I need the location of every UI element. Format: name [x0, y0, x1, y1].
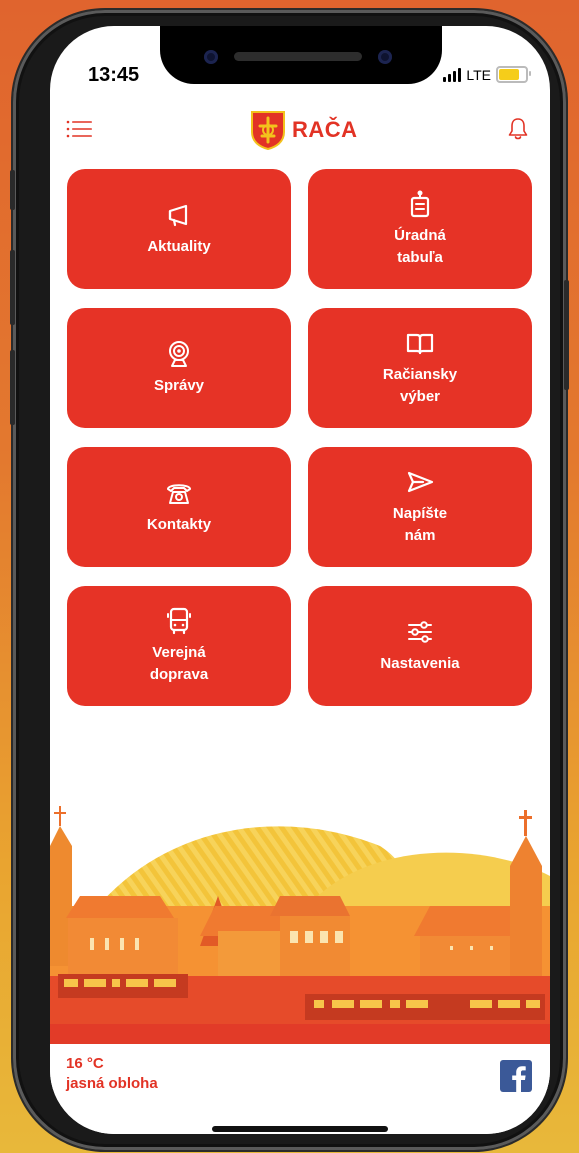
bus-icon — [167, 607, 191, 635]
weather-description: jasná obloha — [66, 1075, 158, 1092]
tile-label: Napíšte nám — [392, 505, 448, 544]
brand: RAČA — [250, 110, 358, 150]
app-header: RAČA — [50, 104, 550, 154]
tile-label: Kontakty — [146, 516, 212, 533]
facebook-icon[interactable] — [500, 1060, 532, 1092]
phone-icon — [167, 484, 191, 504]
notice-board-icon — [410, 190, 430, 218]
weather: 16 °C jasná obloha — [66, 1054, 158, 1094]
send-icon — [407, 471, 434, 493]
status-time: 13:45 — [88, 64, 140, 86]
tile-raciansky-vyber[interactable]: Račiansky výber — [308, 308, 532, 428]
tile-label: Verejná doprava — [149, 644, 209, 683]
sensor-icon — [378, 50, 392, 64]
volume-up-button — [10, 250, 15, 325]
tile-label: Račiansky výber — [382, 366, 458, 405]
tile-label: Správy — [153, 377, 205, 394]
temperature: 16 °C — [66, 1055, 104, 1072]
tile-napiste-nam[interactable]: Napíšte nám — [308, 447, 532, 567]
bell-icon[interactable] — [506, 116, 530, 142]
tile-label: Aktuality — [147, 238, 211, 255]
home-indicator[interactable] — [212, 1126, 388, 1132]
brand-name: RAČA — [292, 117, 358, 142]
tile-uradna-tabula[interactable]: Úradná tabuľa — [308, 169, 532, 289]
tile-label: Úradná tabuľa — [394, 227, 446, 266]
network-label: LTE — [466, 66, 491, 83]
tile-verejna-doprava[interactable]: Verejná doprava — [67, 586, 291, 706]
tile-spravy[interactable]: Správy — [67, 308, 291, 428]
notch — [160, 26, 442, 84]
app-screen: 13:45 LTE RAČA Aktuality Úradná tabuľa S… — [50, 26, 550, 1134]
tile-label: Nastavenia — [380, 655, 460, 672]
megaphone-icon — [168, 204, 188, 227]
sliders-icon — [408, 621, 432, 643]
volume-down-button — [10, 350, 15, 425]
coat-of-arms-logo — [251, 111, 285, 150]
power-button — [564, 280, 569, 390]
signal-icon — [443, 67, 462, 82]
status-indicators: LTE — [443, 66, 531, 83]
camera-icon — [204, 50, 218, 64]
speaker-grille — [234, 52, 362, 61]
footer: 16 °C jasná obloha — [50, 1044, 550, 1134]
menu-icon[interactable] — [66, 118, 94, 140]
broadcast-icon — [169, 341, 189, 367]
tile-aktuality[interactable]: Aktuality — [67, 169, 291, 289]
town-illustration — [50, 806, 550, 1044]
book-icon — [406, 333, 434, 355]
tile-kontakty[interactable]: Kontakty — [67, 447, 291, 567]
tile-nastavenia[interactable]: Nastavenia — [308, 586, 532, 706]
battery-icon — [496, 66, 531, 83]
mute-switch — [10, 170, 15, 210]
